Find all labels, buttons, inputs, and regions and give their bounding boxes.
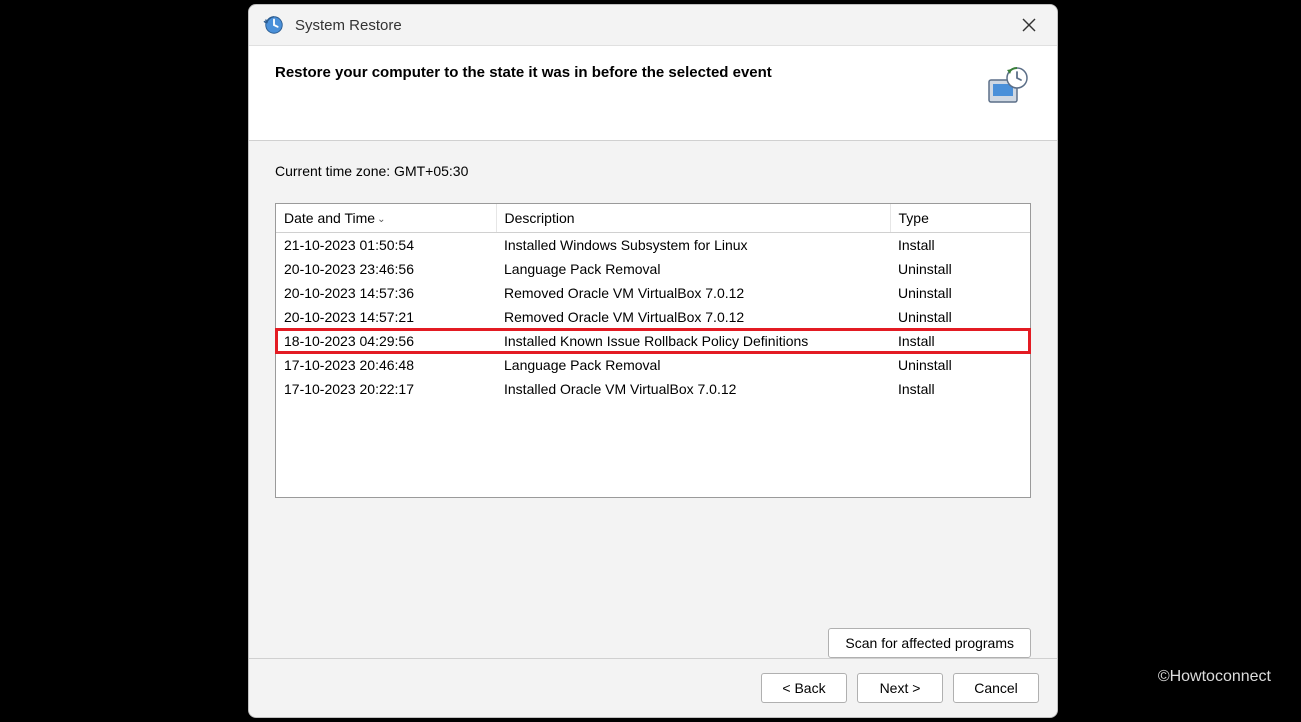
cell-type: Install — [890, 377, 1030, 401]
cell-description: Installed Oracle VM VirtualBox 7.0.12 — [496, 377, 890, 401]
sort-indicator-icon: ⌄ — [377, 214, 385, 225]
table-row[interactable]: 20-10-2023 14:57:21Removed Oracle VM Vir… — [276, 305, 1030, 329]
page-heading: Restore your computer to the state it wa… — [275, 64, 969, 81]
cell-description: Removed Oracle VM VirtualBox 7.0.12 — [496, 281, 890, 305]
cancel-button[interactable]: Cancel — [953, 673, 1039, 703]
system-restore-window: System Restore Restore your computer to … — [248, 4, 1058, 718]
wizard-footer: < Back Next > Cancel — [249, 658, 1057, 717]
window-title: System Restore — [295, 17, 402, 34]
col-header-description[interactable]: Description — [496, 204, 890, 233]
cell-datetime: 21-10-2023 01:50:54 — [276, 233, 496, 257]
cell-type: Install — [890, 329, 1030, 353]
cell-description: Installed Known Issue Rollback Policy De… — [496, 329, 890, 353]
cell-datetime: 20-10-2023 23:46:56 — [276, 257, 496, 281]
cell-description: Language Pack Removal — [496, 353, 890, 377]
table-row-empty — [276, 425, 1030, 449]
content-area: Current time zone: GMT+05:30 Date and Ti… — [249, 141, 1057, 614]
table-row[interactable]: 18-10-2023 04:29:56Installed Known Issue… — [276, 329, 1030, 353]
table-header-row: Date and Time⌄ Description Type — [276, 204, 1030, 233]
back-button[interactable]: < Back — [761, 673, 847, 703]
cell-type: Uninstall — [890, 305, 1030, 329]
table-row-empty — [276, 473, 1030, 497]
table-row[interactable]: 17-10-2023 20:46:48Language Pack Removal… — [276, 353, 1030, 377]
system-restore-icon — [263, 14, 285, 36]
scan-affected-programs-button[interactable]: Scan for affected programs — [828, 628, 1031, 658]
close-icon — [1022, 18, 1036, 32]
col-header-type[interactable]: Type — [890, 204, 1030, 233]
table-row[interactable]: 20-10-2023 23:46:56Language Pack Removal… — [276, 257, 1030, 281]
table-row[interactable]: 17-10-2023 20:22:17Installed Oracle VM V… — [276, 377, 1030, 401]
timezone-label: Current time zone: GMT+05:30 — [275, 163, 1031, 179]
cell-description: Installed Windows Subsystem for Linux — [496, 233, 890, 257]
col-header-datetime[interactable]: Date and Time⌄ — [276, 204, 496, 233]
cell-datetime: 18-10-2023 04:29:56 — [276, 329, 496, 353]
cell-datetime: 17-10-2023 20:22:17 — [276, 377, 496, 401]
next-button[interactable]: Next > — [857, 673, 943, 703]
cell-datetime: 20-10-2023 14:57:36 — [276, 281, 496, 305]
restore-points-table: Date and Time⌄ Description Type 21-10-20… — [275, 203, 1031, 498]
table-row-empty — [276, 449, 1030, 473]
table-row-empty — [276, 401, 1030, 425]
table-row[interactable]: 20-10-2023 14:57:36Removed Oracle VM Vir… — [276, 281, 1030, 305]
header-band: Restore your computer to the state it wa… — [249, 45, 1057, 141]
close-button[interactable] — [1009, 10, 1049, 40]
cell-datetime: 17-10-2023 20:46:48 — [276, 353, 496, 377]
watermark: ©Howtoconnect — [1158, 668, 1271, 686]
table-row[interactable]: 21-10-2023 01:50:54Installed Windows Sub… — [276, 233, 1030, 257]
cell-datetime: 20-10-2023 14:57:21 — [276, 305, 496, 329]
cell-type: Uninstall — [890, 281, 1030, 305]
titlebar: System Restore — [249, 5, 1057, 45]
system-restore-large-icon — [983, 64, 1031, 112]
cell-type: Install — [890, 233, 1030, 257]
cell-type: Uninstall — [890, 257, 1030, 281]
cell-type: Uninstall — [890, 353, 1030, 377]
scan-row: Scan for affected programs — [249, 614, 1057, 658]
cell-description: Language Pack Removal — [496, 257, 890, 281]
cell-description: Removed Oracle VM VirtualBox 7.0.12 — [496, 305, 890, 329]
